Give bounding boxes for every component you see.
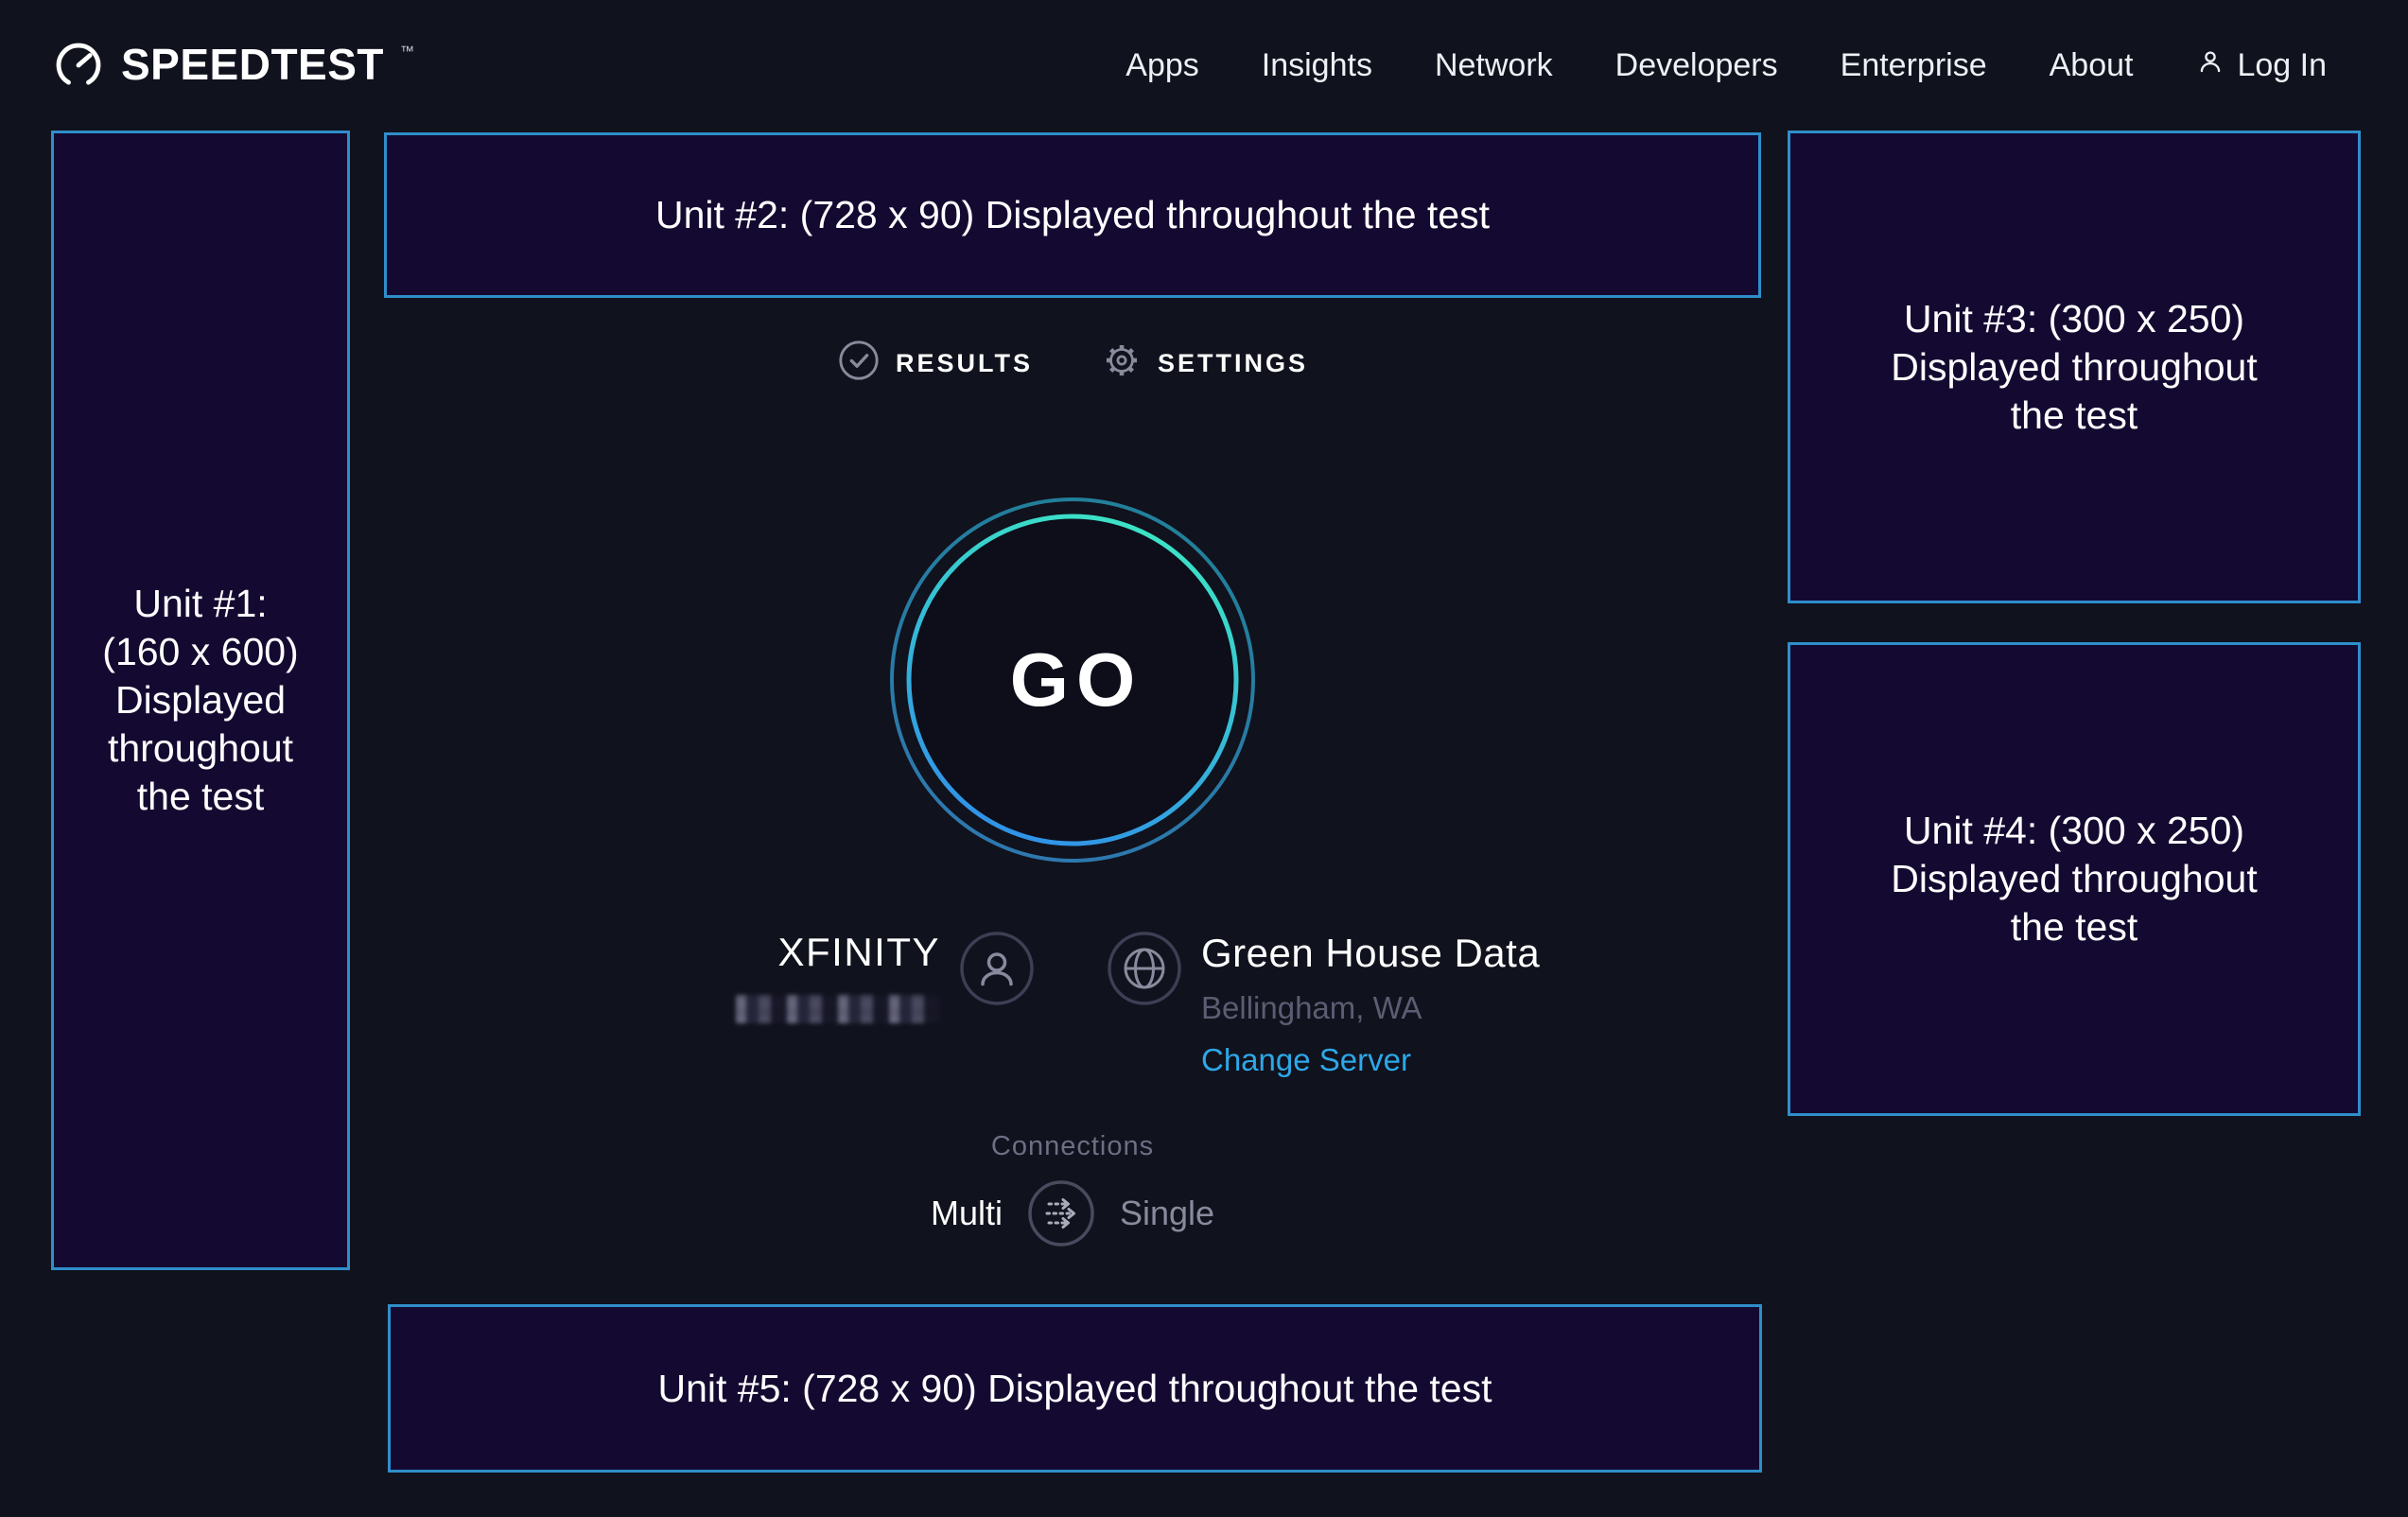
ad-unit-3-text: Unit #3: (300 x 250) Displayed throughou… — [1891, 295, 2257, 440]
server-globe-icon — [1107, 931, 1182, 1006]
ad-unit-2-text: Unit #2: (728 x 90) Displayed throughout… — [655, 191, 1490, 239]
ad-unit-4-text: Unit #4: (300 x 250) Displayed throughou… — [1891, 807, 2257, 951]
connections-option-single[interactable]: Single — [1120, 1194, 1214, 1233]
change-server-link[interactable]: Change Server — [1201, 1042, 1411, 1078]
connections-toggle-row: Multi Single — [384, 1179, 1761, 1247]
ad-unit-4[interactable]: Unit #4: (300 x 250) Displayed throughou… — [1788, 642, 2361, 1116]
nav-item-about[interactable]: About — [2050, 47, 2134, 84]
server-info: Green House Data Bellingham, WA Change S… — [1201, 932, 1540, 1078]
isp-redacted-detail — [736, 995, 940, 1023]
speedtest-logo[interactable]: SPEEDTEST ™ — [51, 34, 414, 97]
gauge-icon — [51, 38, 106, 97]
ad-unit-3[interactable]: Unit #3: (300 x 250) Displayed throughou… — [1788, 131, 2361, 603]
tab-results[interactable]: RESULTS — [837, 339, 1033, 389]
ad-unit-2[interactable]: Unit #2: (728 x 90) Displayed throughout… — [384, 132, 1761, 298]
view-tabs: RESULTS — [384, 339, 1761, 389]
top-nav-bar: SPEEDTEST ™ Apps Insights Network Develo… — [0, 0, 2408, 131]
tab-results-label: RESULTS — [896, 349, 1033, 378]
login-link[interactable]: Log In — [2195, 46, 2327, 85]
nav-item-apps[interactable]: Apps — [1125, 47, 1199, 84]
logo-wordmark: SPEEDTEST — [121, 34, 384, 95]
ad-unit-1-text: Unit #1: (160 x 600) Displayed throughou… — [102, 580, 298, 821]
isp-user-icon — [959, 931, 1035, 1006]
nav-item-network[interactable]: Network — [1435, 47, 1553, 84]
logo-trademark: ™ — [400, 44, 414, 60]
multi-arrows-icon — [1027, 1179, 1095, 1247]
tab-settings[interactable]: SETTINGS — [1101, 340, 1308, 388]
main-nav: Apps Insights Network Developers Enterpr… — [1125, 46, 2327, 85]
server-name: Green House Data — [1201, 932, 1540, 975]
nav-item-enterprise[interactable]: Enterprise — [1841, 47, 1987, 84]
tab-settings-label: SETTINGS — [1158, 349, 1308, 378]
check-circle-icon — [837, 339, 881, 389]
connections-label: Connections — [384, 1131, 1761, 1162]
isp-name: XFINITY — [736, 932, 940, 973]
nav-item-insights[interactable]: Insights — [1262, 47, 1372, 84]
isp-info: XFINITY — [736, 932, 940, 1023]
server-location: Bellingham, WA — [1201, 990, 1540, 1026]
ad-unit-1[interactable]: Unit #1: (160 x 600) Displayed throughou… — [51, 131, 350, 1270]
gear-icon — [1101, 340, 1143, 388]
connections-option-multi[interactable]: Multi — [931, 1194, 1003, 1233]
connection-mode-toggle[interactable] — [1027, 1179, 1095, 1247]
nav-item-developers[interactable]: Developers — [1615, 47, 1778, 84]
ad-unit-5[interactable]: Unit #5: (728 x 90) Displayed throughout… — [388, 1304, 1762, 1473]
login-label: Log In — [2237, 47, 2327, 84]
go-button[interactable]: GO — [883, 491, 1262, 869]
ad-unit-5-text: Unit #5: (728 x 90) Displayed throughout… — [657, 1365, 1492, 1413]
user-icon — [2195, 46, 2225, 85]
go-button-label: GO — [883, 491, 1262, 869]
